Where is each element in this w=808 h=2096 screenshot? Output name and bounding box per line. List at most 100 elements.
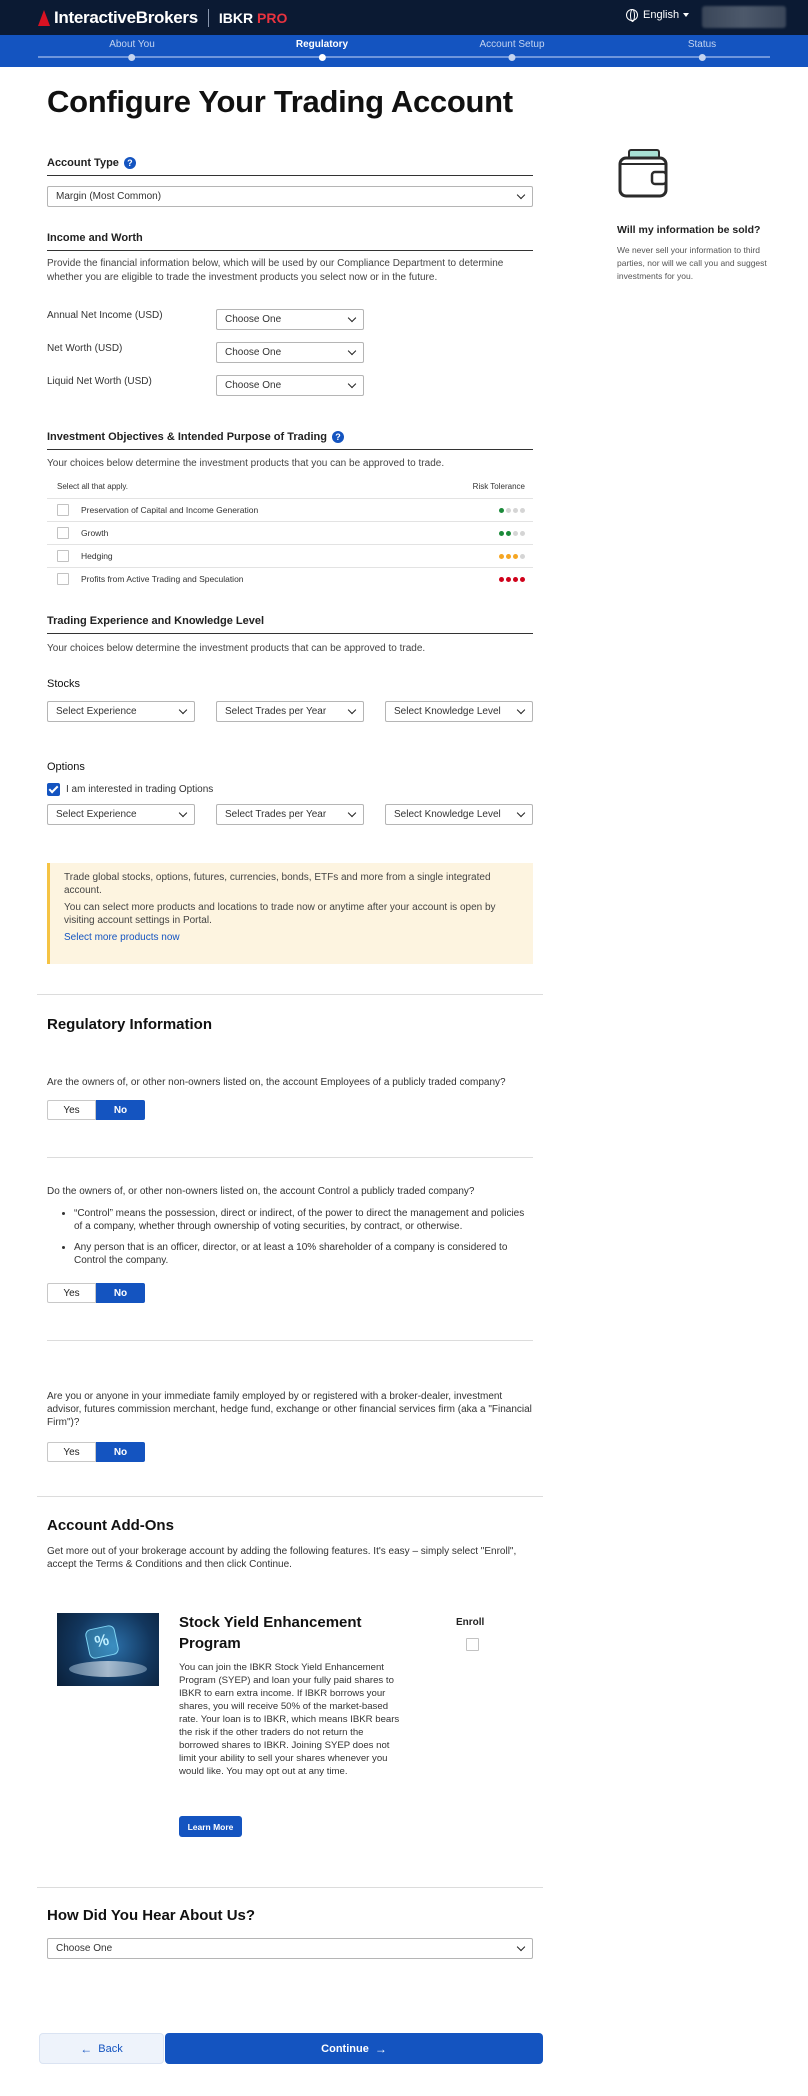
chevron-down-icon [516,190,526,200]
yes-button[interactable]: Yes [47,1100,96,1120]
objectives-description: Your choices below determine the investm… [47,458,445,469]
hear-select[interactable]: Choose One [47,1938,533,1959]
brand-name: InteractiveBrokers [54,8,198,27]
chevron-down-icon [347,705,357,715]
net-worth-label: Net Worth (USD) [47,343,123,354]
step-dot [698,54,706,61]
income-description: Provide the financial information below,… [47,258,504,283]
arrow-left-icon: ← [80,2041,93,2056]
stocks-label: Stocks [47,678,81,690]
no-button[interactable]: No [96,1283,145,1303]
chevron-down-icon [516,1942,526,1952]
account-type-select[interactable]: Margin (Most Common) [47,186,533,207]
regulatory-heading: Regulatory Information [47,1016,213,1033]
syep-title: Stock Yield Enhancement Program [179,1614,362,1652]
question-employees: Are the owners of, or other non-owners l… [47,1077,506,1088]
products-notice: Trade global stocks, options, futures, c… [47,863,533,964]
select-more-products-link[interactable]: Select more products now [64,931,519,944]
language-label: English [643,9,680,21]
syep-description: You can join the IBKR Stock Yield Enhanc… [179,1662,400,1777]
brand-logo[interactable]: InteractiveBrokers IBKR PRO [36,8,287,28]
risk-dots [499,576,525,582]
objective-row[interactable]: Hedging [47,544,533,567]
employees-toggle[interactable]: Yes No [47,1100,145,1120]
question-control: Do the owners of, or other non-owners li… [47,1186,475,1197]
step-regulatory: Regulatory [296,39,348,61]
risk-dots [499,530,525,536]
question-financial-firm: Are you or anyone in your immediate fami… [47,1391,532,1428]
chevron-down-icon [178,705,188,715]
objective-row[interactable]: Preservation of Capital and Income Gener… [47,498,533,521]
sidebar-title: Will my information be sold? [617,224,761,236]
help-icon[interactable]: ? [331,431,344,443]
chevron-down-icon [516,705,526,715]
objective-checkbox[interactable] [57,504,69,516]
experience-heading: Trading Experience and Knowledge Level [47,615,533,634]
syep-image: % [57,1613,159,1686]
arrow-right-icon: → [374,2041,387,2056]
step-account-setup: Account Setup [479,39,545,61]
financial-firm-toggle[interactable]: Yes No [47,1442,145,1462]
objective-row[interactable]: Growth [47,521,533,544]
options-interest[interactable]: I am interested in trading Options [47,783,213,796]
caret-down-icon [683,13,690,17]
help-icon[interactable]: ? [123,157,136,169]
control-toggle[interactable]: Yes No [47,1283,145,1303]
addons-heading: Account Add-Ons [47,1517,174,1534]
stocks-trades-select[interactable]: Select Trades per Year [216,701,364,722]
yes-button[interactable]: Yes [47,1442,96,1462]
objective-checkbox[interactable] [57,573,69,585]
chevron-down-icon [516,808,526,818]
continue-button[interactable]: Continue → [165,2033,543,2064]
wallet-icon [618,149,668,198]
objective-checkbox[interactable] [57,550,69,562]
account-type-heading: Account Type? [47,157,533,176]
chevron-down-icon [347,346,357,356]
liquid-net-worth-select[interactable]: Choose One [216,375,364,396]
back-button[interactable]: ← Back [39,2033,164,2064]
chevron-down-icon [178,808,188,818]
objective-checkbox[interactable] [57,527,69,539]
select-all-label: Select all that apply. [57,482,129,491]
options-experience-select[interactable]: Select Experience [47,804,195,825]
stocks-knowledge-select[interactable]: Select Knowledge Level [385,701,533,722]
step-dot [508,54,516,61]
language-selector[interactable]: English [626,9,690,22]
options-label: Options [47,761,85,773]
learn-more-button[interactable]: Learn More [179,1816,242,1837]
product-name: IBKR PRO [218,10,288,26]
risk-dots [499,507,525,513]
options-checkbox[interactable] [47,783,60,796]
net-worth-select[interactable]: Choose One [216,342,364,363]
chevron-down-icon [347,379,357,389]
hear-heading: How Did You Hear About Us? [47,1907,256,1924]
objectives-table: Select all that apply. Risk Tolerance Pr… [47,482,533,590]
income-heading: Income and Worth [47,232,533,251]
annual-income-select[interactable]: Choose One [216,309,364,330]
enroll-label: Enroll [456,1617,485,1628]
annual-income-label: Annual Net Income (USD) [47,310,163,321]
no-button[interactable]: No [96,1100,145,1120]
control-definition-list: “Control” means the possession, direct o… [74,1207,534,1275]
progress-steps: About You Regulatory Account Setup Statu… [0,35,808,67]
step-dot [318,54,326,61]
no-button[interactable]: No [96,1442,145,1462]
page-title: Configure Your Trading Account [47,84,513,119]
risk-tolerance-label: Risk Tolerance [472,482,525,491]
options-knowledge-select[interactable]: Select Knowledge Level [385,804,533,825]
options-trades-select[interactable]: Select Trades per Year [216,804,364,825]
percent-icon: % [84,1624,120,1660]
experience-description: Your choices below determine the investm… [47,643,426,654]
yes-button[interactable]: Yes [47,1283,96,1303]
risk-dots [499,553,525,559]
addons-description: Get more out of your brokerage account b… [47,1546,517,1570]
objective-row[interactable]: Profits from Active Trading and Speculat… [47,567,533,590]
sidebar-text: We never sell your information to third … [617,245,767,281]
stocks-experience-select[interactable]: Select Experience [47,701,195,722]
chevron-down-icon [347,313,357,323]
step-dot [128,54,136,61]
step-about-you: About You [109,39,155,61]
globe-icon [626,9,638,22]
user-menu[interactable] [702,6,786,28]
enroll-checkbox[interactable] [466,1638,479,1651]
